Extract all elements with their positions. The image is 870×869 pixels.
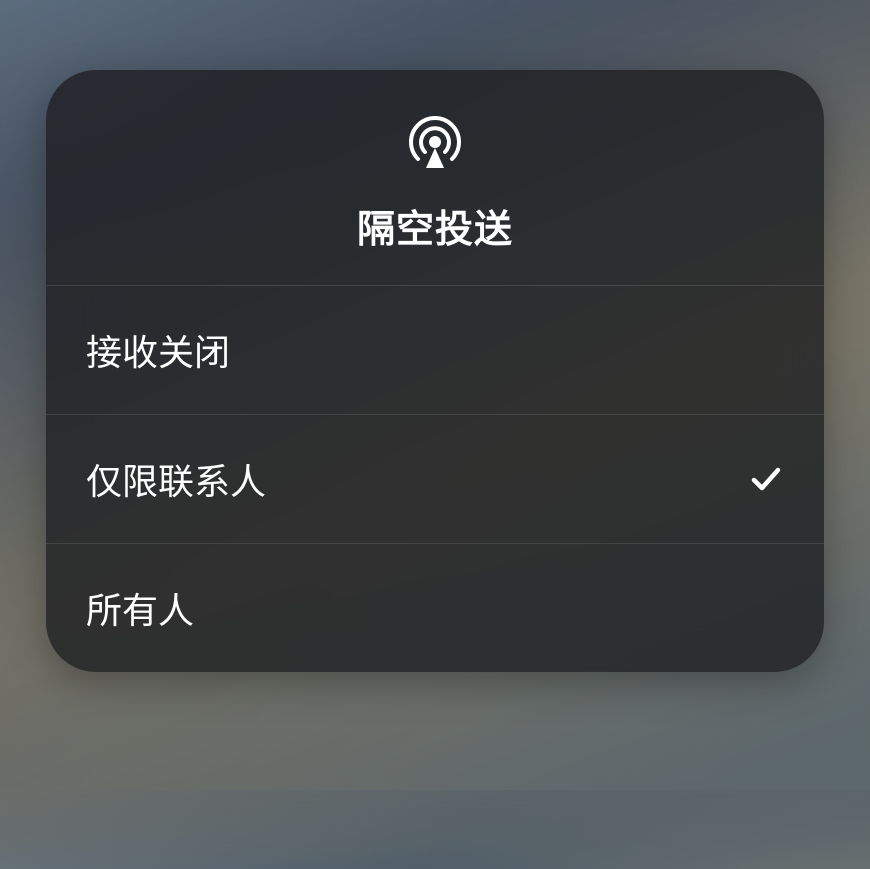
option-label: 接收关闭 (86, 324, 230, 376)
option-receiving-off[interactable]: 接收关闭 (46, 286, 824, 415)
panel-header: 隔空投送 (46, 70, 824, 286)
airdrop-icon (403, 110, 467, 174)
option-label: 仅限联系人 (86, 453, 266, 505)
option-contacts-only[interactable]: 仅限联系人 (46, 415, 824, 544)
airdrop-settings-panel: 隔空投送 接收关闭 仅限联系人 所有人 (46, 70, 824, 672)
option-label: 所有人 (86, 582, 194, 634)
option-list: 接收关闭 仅限联系人 所有人 (46, 286, 824, 672)
option-everyone[interactable]: 所有人 (46, 544, 824, 672)
panel-title: 隔空投送 (357, 198, 513, 253)
checkmark-icon (748, 461, 784, 497)
